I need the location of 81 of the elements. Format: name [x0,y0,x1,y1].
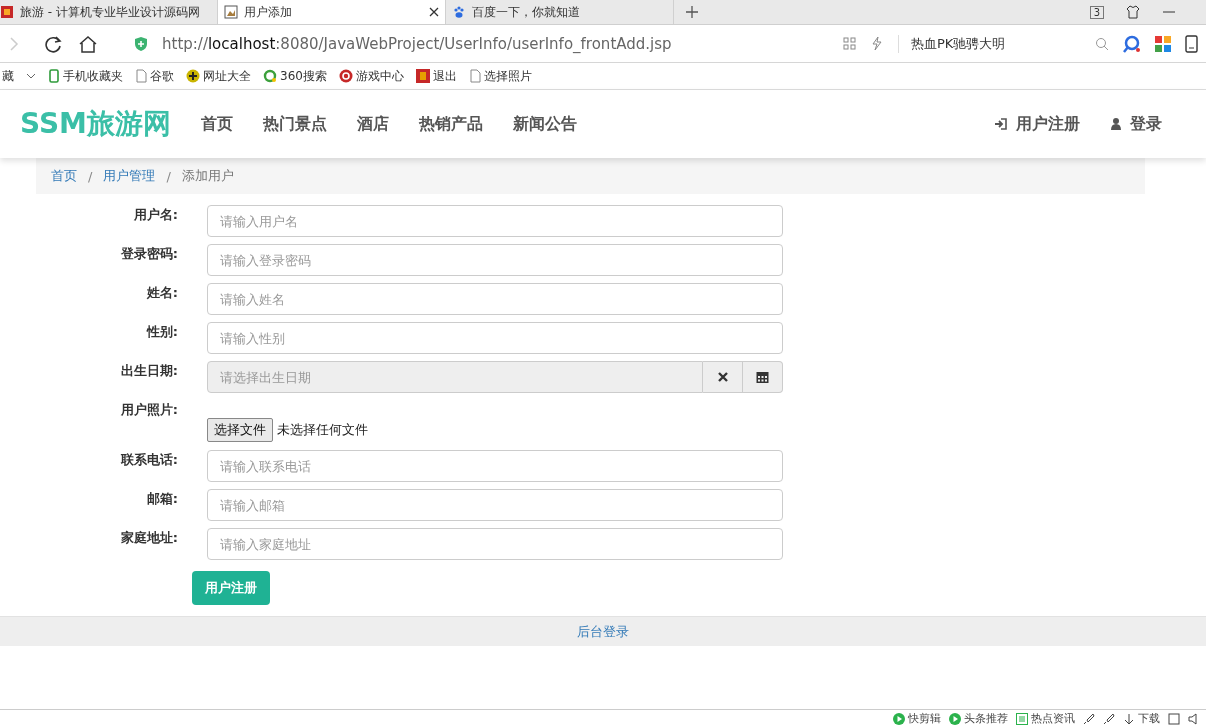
address-bar[interactable]: http://localhost:8080/JavaWebProject/UserInfo/userInfo_frontAdd.jsp [162,34,672,53]
nav-link[interactable]: 新闻公告 [512,113,577,135]
breadcrumb-separator: / [166,168,171,184]
apps-icon[interactable] [1155,35,1171,52]
sign-in-icon [994,117,1008,131]
calendar-icon [756,370,769,384]
phone-icon [48,69,60,83]
shield-icon [134,35,148,52]
image-icon [224,5,238,19]
exit-icon [415,69,430,83]
browser-tab[interactable]: 百度一下，你就知道 [446,0,674,24]
field-label: 家庭地址: [120,530,178,545]
search-field[interactable]: 热血PK驰骋大明 [898,34,1081,53]
bookmark-item[interactable]: 选择照片 [483,67,532,85]
input-field[interactable]: 请输入登录密码 [207,244,783,276]
field-label: 登录密码: [120,246,178,261]
nav-link[interactable]: 酒店 [356,113,389,135]
input-field[interactable]: 请输入性别 [207,322,783,354]
calendar-button[interactable] [743,361,783,393]
browser-tab[interactable]: 用户添加 [218,0,446,24]
bookmark-item[interactable]: 360搜索 [280,67,327,85]
field-label: 用户照片: [120,402,178,417]
input-field[interactable]: 请输入邮箱 [207,489,783,521]
field-label: 出生日期: [120,363,178,378]
plus-circle-icon [186,69,200,83]
speaker-icon[interactable] [1188,712,1200,725]
input-field[interactable]: 请输入家庭地址 [207,528,783,560]
status-bar-item[interactable]: 头条推荐 [964,711,1008,726]
lightning-icon[interactable] [870,36,884,51]
status-bar-item[interactable]: 热点资讯 [1031,711,1075,726]
shirt-icon[interactable] [1126,5,1140,19]
bookmark-item[interactable]: 游戏中心 [355,67,404,85]
breadcrumb-link[interactable]: 首页 [51,167,77,185]
status-bar-item[interactable]: 快剪辑 [908,711,941,726]
field-label: 联系电话: [120,452,178,467]
nav-link[interactable]: 热销产品 [418,113,483,135]
admin-login-link[interactable]: 后台登录 [577,624,629,639]
clear-button[interactable] [703,361,743,393]
nav-link[interactable]: 热门景点 [262,113,327,135]
tablet-icon[interactable] [1185,34,1198,53]
close-icon [716,371,729,383]
window-icon[interactable] [1168,712,1180,725]
plus-icon[interactable] [685,5,699,19]
choose-file-button[interactable]: 选择文件 [207,418,273,442]
breadcrumb-link[interactable]: 用户管理 [103,167,156,185]
field-label: 姓名: [146,285,178,300]
magnifier-icon[interactable] [1123,34,1141,53]
home-icon[interactable] [78,34,98,53]
status-bar-item[interactable]: 下载 [1138,711,1160,726]
caret-icon[interactable] [26,71,36,81]
search-icon[interactable] [1095,36,1109,51]
login-link[interactable]: 登录 [1130,113,1162,135]
download-icon [1123,712,1135,725]
nav-link[interactable]: 首页 [200,113,233,135]
breadcrumb-current: 添加用户 [181,167,234,185]
field-label: 邮箱: [146,491,178,506]
bookmark-item[interactable]: 退出 [432,67,457,85]
field-label: 性别: [146,324,178,339]
file-status: 未选择任何文件 [277,421,368,439]
bookmark-item[interactable]: 网址大全 [203,67,251,85]
site-logo-icon [0,5,14,19]
bookmark-item[interactable]: 手机收藏夹 [63,67,123,85]
bookmark-item[interactable]: 藏 [2,67,14,85]
field-label: 用户名: [133,207,178,222]
paw-icon [452,5,466,19]
register-link[interactable]: 用户注册 [1016,113,1080,135]
ring-icon [263,69,277,83]
input-field[interactable]: 请输入联系电话 [207,450,783,482]
input-field[interactable]: 请输入姓名 [207,283,783,315]
reload-icon[interactable] [44,34,62,53]
tab-count[interactable]: 3 [1089,5,1104,19]
date-field[interactable]: 请选择出生日期 [207,361,703,393]
close-icon[interactable] [429,7,439,17]
input-field[interactable]: 请输入用户名 [207,205,783,237]
game-icon [338,69,353,83]
news-icon [1016,712,1028,725]
document-icon [135,69,147,83]
breadcrumb-separator: / [88,168,93,184]
user-icon [1110,117,1122,131]
document-icon [468,69,481,83]
bookmark-item[interactable]: 谷歌 [150,67,174,85]
